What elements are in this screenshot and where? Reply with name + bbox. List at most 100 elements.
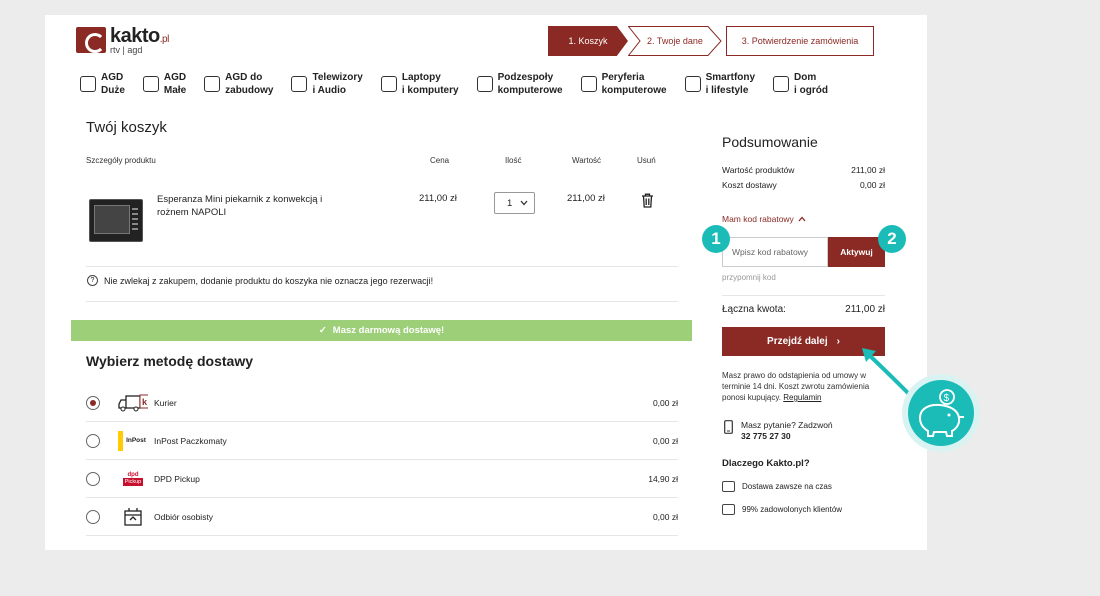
category-peripherals[interactable]: Peryferia komputerowe (580, 71, 667, 97)
chevron-up-icon (798, 216, 806, 222)
summary-delivery-label: Koszt dostawy (722, 180, 777, 190)
summary-delivery-value: 0,00 zł (859, 180, 885, 190)
product-value: 211,00 zł (567, 193, 605, 204)
category-label: zabudowy (225, 85, 274, 96)
summary-products-value: 211,00 zł (851, 165, 885, 175)
checkout-page: kakto.pl rtv | agd 1. Koszyk 2. Twoje da… (45, 15, 927, 550)
category-label: komputerowe (601, 85, 667, 96)
svg-text:$: $ (944, 393, 950, 404)
notice-text: Nie zwlekaj z zakupem, dodanie produktu … (104, 275, 434, 286)
checkout-steps: 1. Koszyk 2. Twoje dane 3. Potwierdzenie… (548, 26, 874, 56)
mouse-icon (580, 76, 597, 92)
category-agd-male[interactable]: AGD Małe (142, 71, 187, 97)
product-name[interactable]: Esperanza Mini piekarnik z konwekcją i r… (157, 193, 347, 219)
courier-truck-icon: k (118, 393, 148, 413)
phone-icon (724, 420, 733, 434)
logo-tld: .pl (159, 34, 170, 45)
activate-coupon-button[interactable]: Aktywuj (828, 237, 885, 267)
shipping-name: Odbiór osobisty (154, 511, 214, 522)
product-image[interactable] (89, 199, 143, 242)
category-smartphones[interactable]: Smartfony i lifestyle (684, 71, 756, 97)
category-agd-zabudowa[interactable]: AGD do zabudowy (204, 71, 273, 97)
step-your-data-label: 2. Twoje dane (647, 36, 703, 46)
question-icon: ? (87, 275, 98, 286)
logo-text: kakto (110, 25, 160, 47)
total-value: 211,00 zł (845, 304, 885, 315)
coupon-toggle[interactable]: Mam kod rabatowy (722, 214, 806, 224)
category-label: Podzespoły (497, 72, 554, 83)
product-price: 211,00 zł (419, 193, 457, 204)
category-label: Laptopy (401, 72, 441, 83)
coupon-input[interactable]: Wpisz kod rabatowy (722, 237, 828, 267)
annotation-badge-1: 1 (702, 225, 730, 253)
summary-title: Podsumowanie (722, 134, 818, 150)
shipping-name: DPD Pickup (154, 473, 200, 484)
feature-delivery: Dostawa zawsze na czas (722, 481, 832, 492)
shipping-option-pickup[interactable]: Odbiór osobisty 0,00 zł (86, 498, 678, 536)
radio-button[interactable] (86, 433, 100, 448)
summary-products-row: Wartość produktów 211,00 zł (722, 165, 885, 175)
shipping-option-inpost[interactable]: InPost InPost Paczkomaty 0,00 zł (86, 422, 678, 460)
trash-icon[interactable] (641, 193, 654, 208)
home-icon (773, 76, 790, 92)
dpd-logo-icon: dpd Pickup (120, 469, 146, 489)
radio-button[interactable] (86, 509, 100, 524)
divider (86, 301, 678, 302)
proceed-label: Przejdź dalej (767, 336, 828, 347)
logo[interactable]: kakto.pl rtv | agd (76, 25, 186, 57)
category-label: i Audio (312, 85, 346, 96)
inpost-logo-icon: InPost (118, 430, 148, 451)
shipping-price: 14,90 zł (648, 473, 678, 484)
chevron-right-icon: › (836, 336, 840, 347)
quantity-select[interactable]: 1 (494, 192, 535, 214)
oven-icon (204, 76, 221, 92)
logo-mark (76, 27, 106, 53)
coupon-toggle-label: Mam kod rabatowy (722, 214, 794, 224)
contact-phone[interactable]: 32 775 27 30 (741, 431, 833, 442)
dpd-pickup-text: Pickup (122, 477, 144, 486)
header-details: Szczegóły produktu (86, 156, 156, 165)
terms-link[interactable]: Regulamin (783, 393, 821, 402)
radio-button[interactable] (86, 471, 100, 486)
shipping-price: 0,00 zł (652, 511, 678, 522)
feature-satisfaction-text: 99% zadowolonych klientów (742, 505, 843, 514)
divider (86, 266, 678, 267)
shipping-option-kurier[interactable]: k Kurier 0,00 zł (86, 384, 678, 422)
chip-icon (476, 76, 493, 92)
header-price: Cena (430, 156, 450, 165)
free-delivery-bar: ✓ Masz darmową dostawę! (71, 320, 692, 341)
total-label: Łączna kwota: (722, 304, 786, 315)
cart-title: Twój koszyk (86, 119, 167, 136)
shipping-price: 0,00 zł (652, 397, 678, 408)
category-label: i komputery (401, 85, 459, 96)
why-title: Dlaczego Kakto.pl? (722, 458, 810, 469)
category-label: komputerowe (497, 85, 563, 96)
category-label: Smartfony (705, 72, 756, 83)
radio-button[interactable] (86, 395, 100, 410)
category-label: Duże (101, 85, 125, 96)
step-confirmation: 3. Potwierdzenie zamówienia (726, 26, 874, 56)
category-agd-duze[interactable]: AGD Duże (80, 71, 125, 97)
tv-icon (291, 76, 308, 92)
category-components[interactable]: Podzespoły komputerowe (476, 71, 563, 97)
category-laptops[interactable]: Laptopy i komputery (380, 71, 459, 97)
step-cart: 1. Koszyk (548, 26, 628, 56)
shipping-option-dpd[interactable]: dpd Pickup DPD Pickup 14,90 zł (86, 460, 678, 498)
shipping-price: 0,00 zł (652, 435, 678, 446)
feature-satisfaction: 99% zadowolonych klientów (722, 504, 842, 515)
piggy-bank-icon: $ (908, 380, 974, 446)
category-label: AGD (163, 72, 187, 83)
category-label: AGD do (225, 72, 263, 83)
remind-code-link[interactable]: przypomnij kod (722, 273, 776, 282)
category-home-garden[interactable]: Dom i ogród (773, 71, 828, 97)
store-pickup-icon (118, 507, 148, 527)
chevron-down-icon (520, 200, 528, 206)
total-row: Łączna kwota: 211,00 zł (722, 304, 885, 315)
truck-icon (722, 481, 735, 492)
category-label: i lifestyle (705, 85, 749, 96)
calendar-icon (722, 504, 735, 515)
phone-icon (684, 76, 701, 92)
category-tv-audio[interactable]: Telewizory i Audio (291, 71, 363, 97)
annotation-badge-2: 2 (878, 225, 906, 253)
reservation-notice: ? Nie zwlekaj z zakupem, dodanie produkt… (87, 275, 433, 286)
